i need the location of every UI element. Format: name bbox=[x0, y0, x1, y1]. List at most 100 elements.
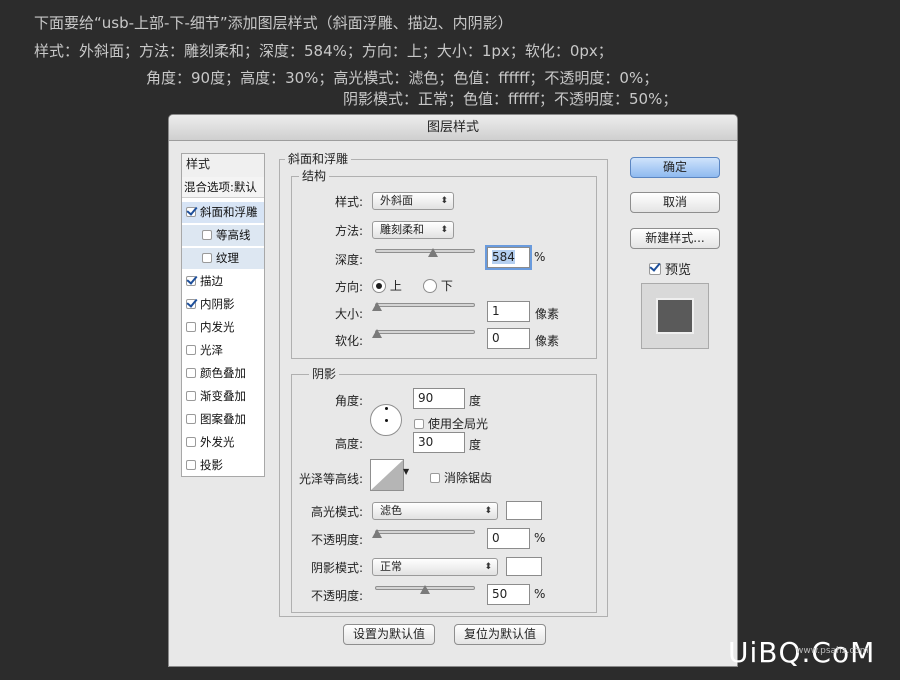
checkbox-icon[interactable] bbox=[186, 460, 196, 470]
updown-arrows-icon: ⬍ bbox=[484, 562, 492, 572]
gloss-contour-label: 光泽等高线: bbox=[299, 472, 364, 486]
highlight-opacity-unit: % bbox=[534, 531, 546, 545]
highlight-color-swatch[interactable] bbox=[506, 501, 542, 520]
sidebar-item-gradient-overlay[interactable]: 渐变叠加 bbox=[182, 386, 264, 407]
style-select-value: 外斜面 bbox=[380, 194, 413, 207]
size-slider[interactable] bbox=[372, 298, 475, 314]
checkbox-icon[interactable] bbox=[186, 299, 196, 309]
shadow-mode-select[interactable]: 正常 ⬍ bbox=[372, 558, 498, 576]
direction-down-option[interactable]: 下 bbox=[423, 277, 453, 294]
altitude-label: 高度: bbox=[334, 437, 363, 451]
checkbox-icon[interactable] bbox=[186, 414, 196, 424]
antialias-label: 消除锯齿 bbox=[444, 471, 493, 485]
checkbox-icon[interactable] bbox=[414, 419, 424, 429]
radio-icon[interactable] bbox=[372, 279, 386, 293]
style-preview-thumbnail bbox=[641, 283, 709, 349]
depth-input[interactable]: 584 bbox=[485, 245, 532, 270]
depth-unit: % bbox=[534, 250, 546, 264]
checkbox-icon[interactable] bbox=[186, 276, 196, 286]
direction-up-label: 上 bbox=[389, 279, 402, 293]
sidebar-item-inner-shadow[interactable]: 内阴影 bbox=[182, 294, 264, 315]
angle-center bbox=[385, 419, 388, 422]
updown-arrows-icon: ⬍ bbox=[440, 225, 448, 235]
highlight-opacity-input[interactable]: 0 bbox=[487, 528, 530, 549]
preview-option[interactable]: 预览 bbox=[649, 259, 691, 278]
soften-input[interactable]: 0 bbox=[487, 328, 530, 349]
highlight-opacity-value: 0 bbox=[492, 531, 500, 545]
updown-arrows-icon: ⬍ bbox=[484, 506, 492, 516]
sidebar-item-label: 描边 bbox=[200, 274, 223, 288]
slider-thumb[interactable] bbox=[420, 585, 430, 594]
instruction-line-1: 下面要给“usb-上部-下-细节”添加图层样式（斜面浮雕、描边、内阴影） bbox=[34, 14, 513, 32]
angle-unit: 度 bbox=[469, 394, 482, 408]
sidebar-item-label: 内发光 bbox=[200, 320, 235, 334]
shadow-opacity-value: 50 bbox=[492, 587, 508, 601]
sidebar-item-stroke[interactable]: 描边 bbox=[182, 271, 264, 292]
sidebar-item-texture[interactable]: 纹理 bbox=[182, 248, 264, 269]
global-light-option[interactable]: 使用全局光 bbox=[414, 415, 488, 432]
make-default-button[interactable]: 设置为默认值 bbox=[343, 624, 435, 645]
checkbox-icon[interactable] bbox=[202, 253, 212, 263]
size-label: 大小: bbox=[334, 307, 363, 321]
checkbox-icon[interactable] bbox=[430, 473, 440, 483]
sidebar-item-satin[interactable]: 光泽 bbox=[182, 340, 264, 361]
depth-slider[interactable] bbox=[375, 244, 475, 260]
checkbox-icon[interactable] bbox=[202, 230, 212, 240]
slider-thumb[interactable] bbox=[372, 302, 382, 311]
shading-title: 阴影 bbox=[309, 367, 340, 381]
checkbox-icon[interactable] bbox=[186, 391, 196, 401]
radio-icon[interactable] bbox=[423, 279, 437, 293]
bevel-emboss-title: 斜面和浮雕 bbox=[285, 152, 352, 166]
soften-slider[interactable] bbox=[372, 325, 475, 341]
shadow-mode-label: 阴影模式: bbox=[310, 561, 363, 575]
sidebar-item-blending-options[interactable]: 混合选项:默认 bbox=[182, 177, 264, 198]
contour-dropdown-icon[interactable]: ▼ bbox=[403, 467, 409, 476]
style-select[interactable]: 外斜面 ⬍ bbox=[372, 192, 454, 210]
checkbox-icon[interactable] bbox=[186, 368, 196, 378]
shadow-color-swatch[interactable] bbox=[506, 557, 542, 576]
checkbox-icon[interactable] bbox=[186, 207, 196, 217]
checkbox-icon[interactable] bbox=[186, 322, 196, 332]
layer-style-dialog: 图层样式 样式 混合选项:默认 斜面和浮雕 等高线 纹理 描边 内阴影 内发光 … bbox=[168, 114, 738, 667]
reset-default-button[interactable]: 复位为默认值 bbox=[454, 624, 546, 645]
direction-up-option[interactable]: 上 bbox=[372, 277, 402, 294]
new-style-button[interactable]: 新建样式... bbox=[630, 228, 720, 249]
highlight-opacity-slider[interactable] bbox=[372, 525, 475, 541]
sidebar-item-label: 投影 bbox=[200, 458, 223, 472]
sidebar-item-pattern-overlay[interactable]: 图案叠加 bbox=[182, 409, 264, 430]
shadow-opacity-input[interactable]: 50 bbox=[487, 584, 530, 605]
checkbox-icon[interactable] bbox=[186, 437, 196, 447]
angle-dial[interactable] bbox=[370, 404, 402, 436]
checkbox-icon[interactable] bbox=[186, 345, 196, 355]
shadow-opacity-label: 不透明度: bbox=[310, 589, 363, 603]
highlight-mode-label: 高光模式: bbox=[310, 505, 363, 519]
altitude-value: 30 bbox=[418, 435, 434, 449]
cancel-button[interactable]: 取消 bbox=[630, 192, 720, 213]
sidebar-item-bevel-emboss[interactable]: 斜面和浮雕 bbox=[182, 202, 264, 223]
technique-select[interactable]: 雕刻柔和 ⬍ bbox=[372, 221, 454, 239]
antialias-option[interactable]: 消除锯齿 bbox=[430, 469, 492, 486]
gloss-contour-picker[interactable] bbox=[370, 459, 404, 491]
global-light-label: 使用全局光 bbox=[428, 417, 489, 431]
ok-button[interactable]: 确定 bbox=[630, 157, 720, 178]
sidebar-item-inner-glow[interactable]: 内发光 bbox=[182, 317, 264, 338]
slider-thumb[interactable] bbox=[427, 248, 438, 257]
checkbox-icon[interactable] bbox=[649, 263, 661, 275]
sidebar-item-drop-shadow[interactable]: 投影 bbox=[182, 455, 264, 476]
sidebar-item-color-overlay[interactable]: 颜色叠加 bbox=[182, 363, 264, 384]
slider-thumb[interactable] bbox=[372, 329, 382, 338]
altitude-input[interactable]: 30 bbox=[413, 432, 465, 453]
depth-label: 深度: bbox=[334, 253, 363, 267]
angle-input[interactable]: 90 bbox=[413, 388, 465, 409]
sidebar-item-label: 等高线 bbox=[216, 228, 251, 242]
sidebar-item-contour[interactable]: 等高线 bbox=[182, 225, 264, 246]
size-input[interactable]: 1 bbox=[487, 301, 530, 322]
shadow-opacity-slider[interactable] bbox=[375, 581, 475, 597]
styles-sidebar: 样式 混合选项:默认 斜面和浮雕 等高线 纹理 描边 内阴影 内发光 光泽 颜色… bbox=[181, 153, 265, 477]
sidebar-item-label: 图案叠加 bbox=[200, 412, 246, 426]
highlight-mode-select[interactable]: 滤色 ⬍ bbox=[372, 502, 498, 520]
sidebar-item-outer-glow[interactable]: 外发光 bbox=[182, 432, 264, 453]
altitude-unit: 度 bbox=[469, 438, 482, 452]
slider-thumb[interactable] bbox=[372, 529, 382, 538]
depth-value: 584 bbox=[492, 250, 515, 264]
